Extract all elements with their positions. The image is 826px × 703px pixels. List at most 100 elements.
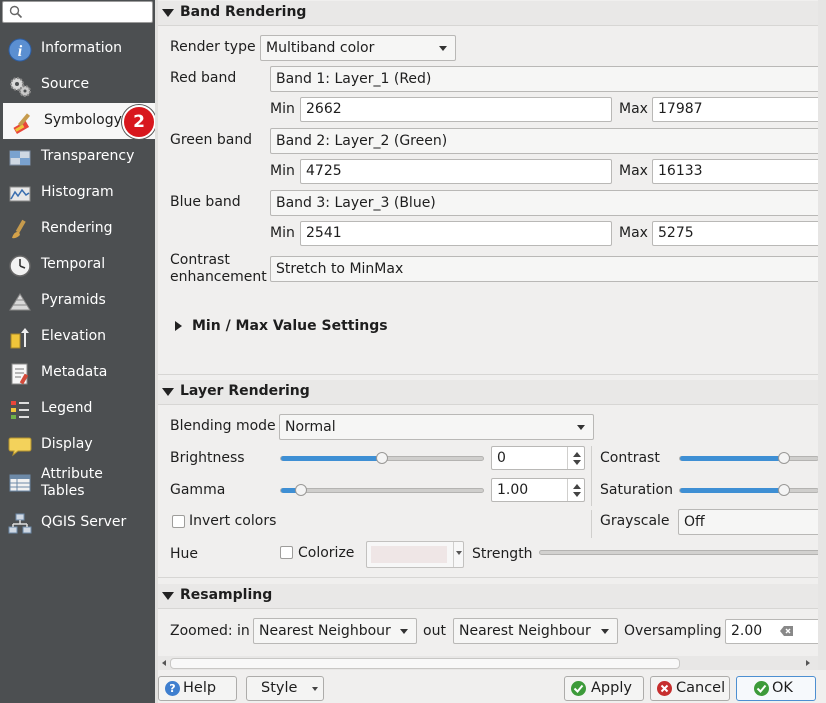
grayscale-value: Off [684,514,705,530]
render-type-select[interactable]: Multiband color [260,35,456,61]
invert-colors-label: Invert colors [189,513,277,529]
zoomed-out-label: out [423,623,446,639]
style-menu-button[interactable]: Style [246,676,324,701]
zoomed-out-select[interactable]: Nearest Neighbour [453,618,618,644]
blending-mode-select[interactable]: Normal [279,414,594,440]
render-type-value: Multiband color [266,40,375,56]
green-band-select[interactable]: Band 2: Layer_2 (Green) [270,128,826,154]
sidebar-item-histogram[interactable]: Histogram [0,175,155,211]
chevron-down-icon [456,551,462,555]
scroll-right-icon[interactable] [806,660,810,666]
clear-icon[interactable] [780,625,794,637]
resampling-header[interactable]: Resampling [158,584,818,608]
help-button[interactable]: ? Help [158,676,237,701]
render-type-label: Render type [170,39,256,55]
sidebar-item-legend[interactable]: Legend [0,391,155,427]
divider [567,479,568,501]
cancel-button[interactable]: Cancel [650,676,730,701]
strength-slider[interactable] [539,550,826,555]
divider [591,510,592,538]
vertical-scrollbar[interactable] [818,0,826,670]
section-title: Resampling [180,587,273,603]
brightness-spinbox[interactable]: 0 [491,446,585,470]
contrast-enhancement-value: Stretch to MinMax [276,261,404,277]
contrast-enhancement-select[interactable]: Stretch to MinMax [270,256,826,282]
red-max-label: Max [619,101,648,117]
blue-band-select[interactable]: Band 3: Layer_3 (Blue) [270,190,826,216]
minmax-settings-toggle[interactable]: Min / Max Value Settings [172,318,412,338]
sidebar-item-temporal[interactable]: Temporal [0,247,155,283]
apply-button[interactable]: Apply [564,676,644,701]
zoomed-out-value: Nearest Neighbour [459,623,591,639]
slider-handle[interactable] [295,484,308,496]
cancel-icon [657,681,672,696]
slider-handle[interactable] [376,452,388,464]
sidebar-item-source[interactable]: Source [0,67,155,103]
sidebar-item-metadata[interactable]: Metadata [0,355,155,391]
zoomed-in-select[interactable]: Nearest Neighbour [253,618,417,644]
check-icon [754,681,769,696]
band-rendering-header[interactable]: Band Rendering [158,1,818,25]
contrast-slider[interactable] [679,452,819,464]
info-icon: i [8,38,32,62]
divider [158,404,818,405]
colorize-checkbox[interactable] [280,546,293,559]
sidebar-item-elevation[interactable]: Elevation [0,319,155,355]
blue-min-label: Min [270,225,295,241]
chevron-down-icon [312,687,318,691]
scroll-left-icon[interactable] [162,660,166,666]
slider-fill [680,488,784,493]
check-icon [571,681,586,696]
blending-mode-value: Normal [285,419,336,435]
brightness-slider[interactable] [280,452,484,464]
red-band-select[interactable]: Band 1: Layer_1 (Red) [270,66,826,92]
brush-icon [12,219,26,239]
green-max-field[interactable]: 16133 [652,159,826,184]
horizontal-scrollbar[interactable] [158,656,818,670]
apply-label: Apply [591,680,632,696]
gamma-spinbox[interactable]: 1.00 [491,478,585,502]
spin-down-icon[interactable] [573,492,581,497]
sidebar: i Information Source Symbology Transpare… [0,0,156,703]
layer-rendering-header[interactable]: Layer Rendering [158,380,818,404]
scrollbar-thumb[interactable] [170,658,680,669]
sidebar-item-attribute-tables[interactable]: Attribute Tables [0,465,155,501]
invert-colors-checkbox[interactable] [172,515,185,528]
oversampling-label: Oversampling [624,623,722,639]
brightness-label: Brightness [170,450,245,466]
oversampling-spinbox[interactable]: 2.00 [725,619,821,644]
red-min-label: Min [270,101,295,117]
paintbrush-icon [13,113,31,134]
spin-up-icon[interactable] [573,484,581,489]
saturation-slider[interactable] [679,484,819,496]
divider [567,447,568,469]
slider-handle[interactable] [777,452,790,464]
sidebar-item-rendering[interactable]: Rendering [0,211,155,247]
ok-label: OK [772,680,793,696]
spin-down-icon[interactable] [573,460,581,465]
legend-icon [11,401,29,419]
colorize-color-button[interactable] [366,541,464,568]
strength-label: Strength [472,546,533,562]
gamma-slider[interactable] [280,484,484,496]
blending-mode-label: Blending mode [170,418,276,434]
grayscale-select[interactable]: Off [678,509,826,535]
sidebar-item-qgis-server[interactable]: QGIS Server [0,505,155,541]
red-min-field[interactable]: 2662 [300,97,612,122]
sidebar-item-transparency[interactable]: Transparency [0,139,155,175]
divider [158,608,818,609]
blue-max-field[interactable]: 5275 [652,221,826,246]
sidebar-item-information[interactable]: i Information [0,31,155,67]
search-input[interactable] [2,1,153,23]
slider-handle[interactable] [777,484,790,496]
green-max-label: Max [619,163,648,179]
sidebar-item-pyramids[interactable]: Pyramids [0,283,155,319]
blue-min-field[interactable]: 2541 [300,221,612,246]
red-max-field[interactable]: 17987 [652,97,826,122]
sidebar-item-display[interactable]: Display [0,427,155,463]
ok-button[interactable]: OK [736,676,816,701]
cancel-label: Cancel [676,680,726,696]
blue-band-label: Blue band [170,194,241,210]
green-min-field[interactable]: 4725 [300,159,612,184]
spin-up-icon[interactable] [573,452,581,457]
